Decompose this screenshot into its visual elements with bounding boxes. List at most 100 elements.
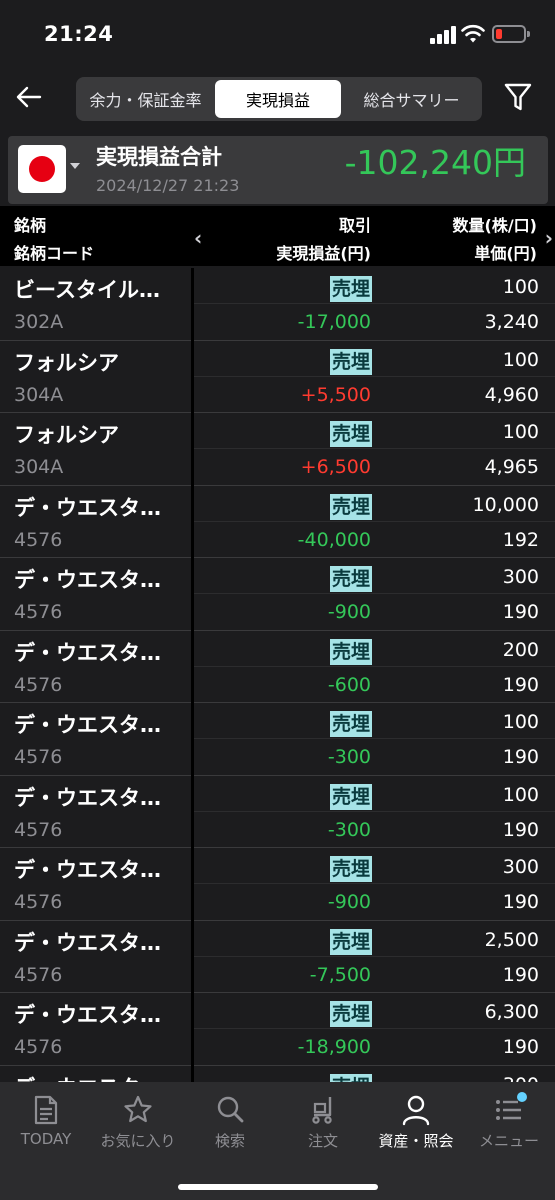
summary-card: 実現損益合計 2024/12/27 21:23 -102,240円 (8, 136, 548, 204)
status-bar: 21:24 (0, 0, 555, 70)
quantity: 300 (502, 566, 539, 588)
tab-summary[interactable]: 総合サマリー (344, 80, 479, 118)
tab-menu[interactable]: メニュー (463, 1090, 555, 1160)
col-stock-name: 銘柄 (14, 216, 47, 235)
unit-price: 190 (502, 673, 539, 696)
col-trade-type: 取引 (338, 216, 371, 235)
stock-name: デ・ウエスタ… (14, 858, 161, 882)
realized-pnl: -600 (327, 673, 371, 696)
tab-favorites[interactable]: お気に入り (92, 1090, 184, 1160)
filter-icon[interactable] (504, 82, 532, 112)
trade-type-badge: 売埋 (329, 421, 372, 447)
row-inner-divider (194, 520, 555, 522)
quantity: 200 (502, 638, 539, 661)
home-indicator (178, 1184, 378, 1190)
quantity: 100 (502, 783, 539, 806)
table-row[interactable]: ビースタイル… 302A 売埋 -17,000 100 3,240 (0, 268, 555, 341)
row-inner-divider (194, 448, 555, 449)
star-icon (124, 1095, 152, 1123)
realized-pnl: -900 (327, 891, 371, 913)
table-row[interactable]: デ・ウエスタ… 4576 売埋 -900 300 190 (0, 848, 555, 921)
quantity: 300 (503, 1074, 539, 1083)
cellular-signal-icon (430, 26, 456, 44)
tab-today[interactable]: TODAY (0, 1090, 92, 1160)
realized-pnl: -40,000 (297, 528, 371, 551)
back-arrow-icon[interactable] (14, 82, 44, 112)
chevron-right-icon[interactable]: › (545, 226, 553, 250)
quantity: 100 (502, 421, 539, 443)
realized-pnl: -900 (327, 601, 371, 623)
summary-date: 2024/12/27 21:23 (96, 176, 240, 195)
stock-code: 4576 (14, 528, 63, 551)
chevron-down-icon[interactable] (70, 163, 80, 169)
stock-code: 304A (14, 456, 64, 478)
unit-price: 190 (502, 601, 539, 623)
trade-type-badge: 売埋 (329, 783, 372, 810)
row-inner-divider (194, 665, 555, 667)
trade-type-badge: 売埋 (329, 566, 372, 592)
table-row[interactable]: デ・ウエスタ… 4576 売埋 -300 100 190 (0, 703, 555, 776)
realized-pnl: -17,000 (297, 311, 371, 333)
row-inner-divider (194, 593, 555, 594)
trade-type-badge: 売埋 (329, 1001, 372, 1027)
tab-search[interactable]: 検索 (184, 1090, 276, 1160)
stock-code: 4576 (14, 818, 63, 841)
trade-type-badge: 売埋 (329, 1073, 372, 1082)
tab-assets[interactable]: 資産・照会 (370, 1090, 462, 1160)
tab-label: 注文 (307, 1132, 338, 1150)
unit-price: 192 (502, 528, 539, 551)
unit-price: 190 (502, 746, 539, 768)
stock-code: 4576 (14, 673, 63, 696)
status-time: 21:24 (44, 22, 114, 46)
stock-name: ビースタイル… (14, 278, 160, 302)
unit-price: 190 (502, 1036, 539, 1058)
trade-type-badge: 売埋 (329, 348, 372, 375)
tab-realized-pnl[interactable]: 実現損益 (215, 80, 341, 118)
table-row[interactable]: デ・ウエスタ… 4576 売埋 -600 200 190 (0, 631, 555, 703)
header: 余力・保証金率 実現損益 総合サマリー (0, 70, 555, 130)
realized-pnl: -300 (327, 746, 371, 768)
table-row[interactable]: デ・ウエスタ… 4576 売埋 -300 100 190 (0, 776, 555, 848)
column-divider (191, 268, 194, 1082)
tab-label: お気に入り (100, 1132, 176, 1150)
table-row[interactable]: デ・ウエスタ… 4576 売埋 -900 300 190 (0, 558, 555, 631)
table-row[interactable]: デ・ウエスタ… 4576 売埋 -7,500 2,500 190 (0, 921, 555, 993)
tab-label: 資産・照会 (378, 1132, 454, 1150)
trade-type-badge: 売埋 (329, 493, 372, 520)
col-stock-code: 銘柄コード (14, 244, 95, 263)
stock-name: フォルシア (14, 423, 119, 447)
table-row[interactable]: デ・ウエスタ… 4576 売埋 -40,000 10,000 192 (0, 486, 555, 558)
realized-pnl: -18,900 (297, 1036, 371, 1058)
stock-code: 4576 (14, 601, 63, 623)
row-inner-divider (194, 1028, 555, 1029)
notification-dot (517, 1092, 527, 1102)
stock-name: デ・ウエスタ… (14, 495, 161, 520)
japan-flag-icon[interactable] (18, 145, 66, 193)
table-row[interactable]: デ・ウエスタ… 4576 売埋 -18,900 6,300 190 (0, 993, 555, 1066)
quantity: 100 (502, 348, 539, 371)
tab-margin[interactable]: 余力・保証金率 (79, 80, 212, 118)
wifi-icon (461, 24, 485, 43)
segmented-control: 余力・保証金率 実現損益 総合サマリー (76, 77, 482, 121)
stock-name: フォルシア (14, 350, 119, 375)
quantity: 100 (502, 276, 539, 298)
trade-list[interactable]: ビースタイル… 302A 売埋 -17,000 100 3,240 フォルシア 304A 売埋 +… (0, 268, 555, 1082)
row-inner-divider (194, 375, 555, 377)
stock-code: 4576 (14, 746, 63, 768)
tab-label: 検索 (214, 1132, 245, 1150)
chevron-left-icon[interactable]: ‹ (194, 226, 202, 250)
tab-order[interactable]: 注文 (277, 1090, 369, 1160)
quantity: 2,500 (484, 928, 539, 951)
stock-name: デ・ウエスタ… (14, 568, 161, 592)
unit-price: 4,965 (484, 456, 539, 478)
today-icon (34, 1095, 58, 1125)
table-row[interactable]: フォルシア 304A 売埋 +6,500 100 4,965 (0, 413, 555, 486)
trade-type-badge: 売埋 (329, 856, 372, 882)
stock-name: デ・ウエスタ… (14, 930, 161, 955)
quantity: 300 (502, 856, 539, 878)
col-realized-pnl: 実現損益(円) (276, 244, 371, 263)
col-unit-price: 単価(円) (474, 244, 537, 263)
table-row[interactable]: デ・ウエスタ…4576売埋300 (0, 1066, 555, 1083)
row-inner-divider (194, 955, 555, 957)
table-row[interactable]: フォルシア 304A 売埋 +5,500 100 4,960 (0, 341, 555, 413)
